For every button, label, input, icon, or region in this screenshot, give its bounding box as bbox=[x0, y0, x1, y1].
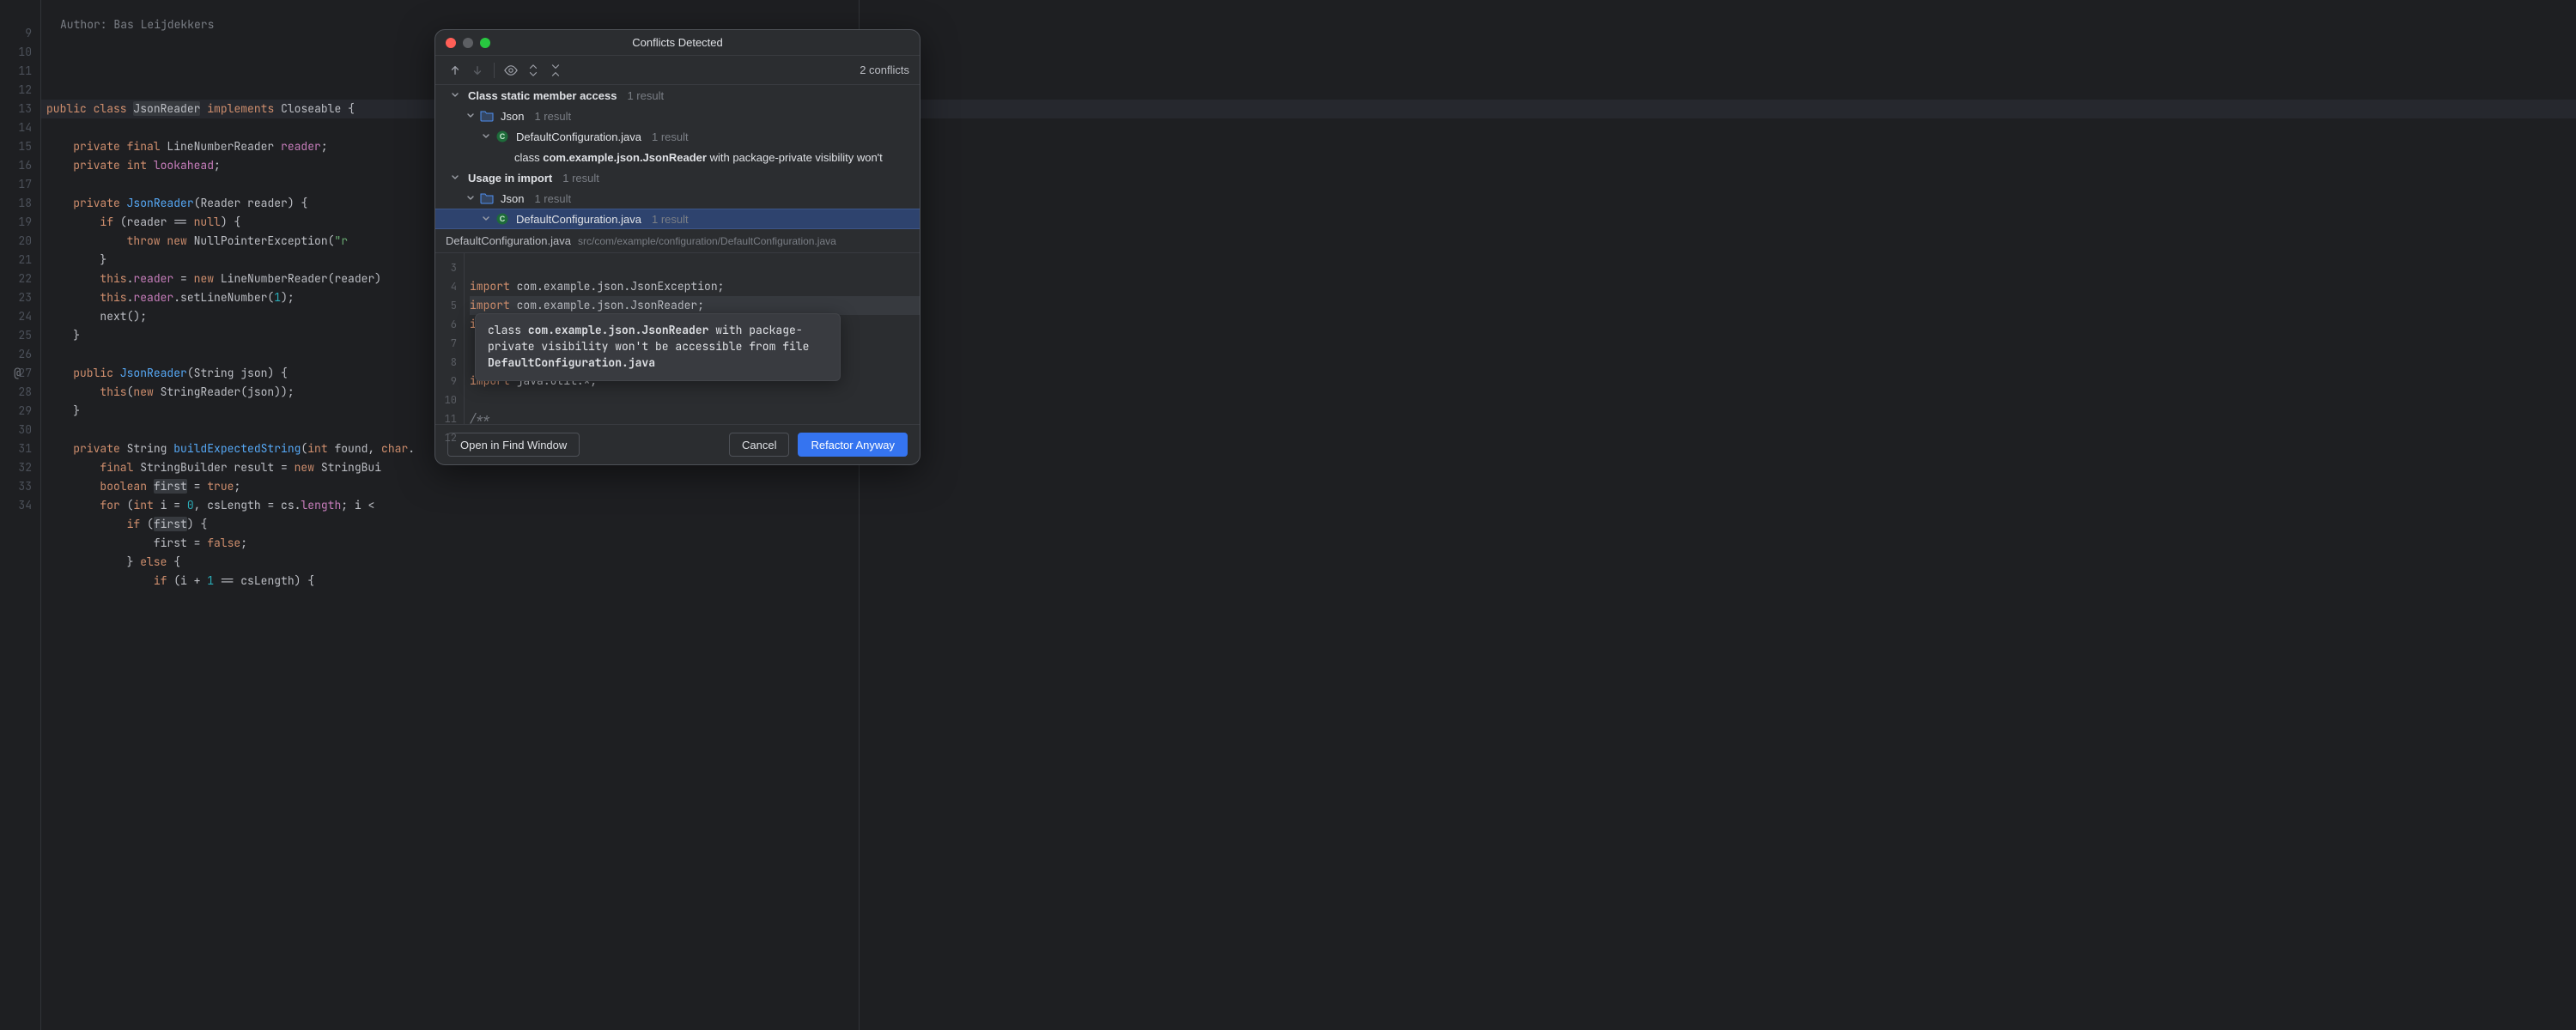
zoom-icon[interactable] bbox=[480, 38, 490, 48]
tree-row[interactable]: Json1 result bbox=[435, 106, 920, 126]
next-occurrence-icon[interactable] bbox=[468, 61, 487, 80]
expand-all-icon[interactable] bbox=[524, 61, 543, 80]
open-in-find-button[interactable]: Open in Find Window bbox=[447, 433, 580, 457]
dialog-titlebar: Conflicts Detected bbox=[435, 30, 920, 56]
tree-row[interactable]: Json1 result bbox=[435, 188, 920, 209]
preview-gutter: 3456789101112 bbox=[435, 253, 465, 424]
conflict-tree[interactable]: Class static member access1 resultJson1 … bbox=[435, 85, 920, 229]
preview-icon[interactable] bbox=[501, 61, 520, 80]
cancel-button[interactable]: Cancel bbox=[729, 433, 789, 457]
tree-row[interactable]: class com.example.json.JsonReader with p… bbox=[435, 147, 920, 167]
tree-row[interactable]: CDefaultConfiguration.java1 result bbox=[435, 126, 920, 147]
dialog-title: Conflicts Detected bbox=[435, 36, 920, 49]
minimize-icon bbox=[463, 38, 473, 48]
svg-text:C: C bbox=[500, 215, 506, 223]
dialog-footer: Open in Find Window Cancel Refactor Anyw… bbox=[435, 425, 920, 464]
tree-row[interactable]: CDefaultConfiguration.java1 result bbox=[435, 209, 920, 229]
editor-gutter: 9101112131415161718192021222324252627282… bbox=[0, 0, 41, 1030]
conflict-count-label: 2 conflicts bbox=[860, 64, 909, 76]
dialog-toolbar: 2 conflicts bbox=[435, 56, 920, 85]
toolbar-separator bbox=[494, 63, 495, 78]
collapse-all-icon[interactable] bbox=[546, 61, 565, 80]
svg-text:C: C bbox=[500, 132, 506, 141]
refactor-anyway-button[interactable]: Refactor Anyway bbox=[798, 433, 908, 457]
close-icon[interactable] bbox=[446, 38, 456, 48]
author-annotation: Author: Bas Leijdekkers bbox=[60, 15, 214, 34]
window-controls bbox=[446, 38, 490, 48]
prev-occurrence-icon[interactable] bbox=[446, 61, 465, 80]
preview-file-path: src/com/example/configuration/DefaultCon… bbox=[578, 235, 836, 247]
preview-file-name: DefaultConfiguration.java bbox=[446, 234, 571, 247]
conflicts-dialog: Conflicts Detected 2 conflicts Class sta… bbox=[434, 29, 920, 465]
preview-path-header: DefaultConfiguration.java src/com/exampl… bbox=[435, 229, 920, 253]
conflict-tooltip: class com.example.json.JsonReader with p… bbox=[475, 313, 841, 381]
tree-row[interactable]: Usage in import1 result bbox=[435, 167, 920, 188]
editor-code-area[interactable]: Author: Bas Leijdekkers public class Jso… bbox=[41, 0, 2576, 1030]
preview-pane[interactable]: 3456789101112 import com.example.json.Js… bbox=[435, 253, 920, 425]
tree-row[interactable]: Class static member access1 result bbox=[435, 85, 920, 106]
